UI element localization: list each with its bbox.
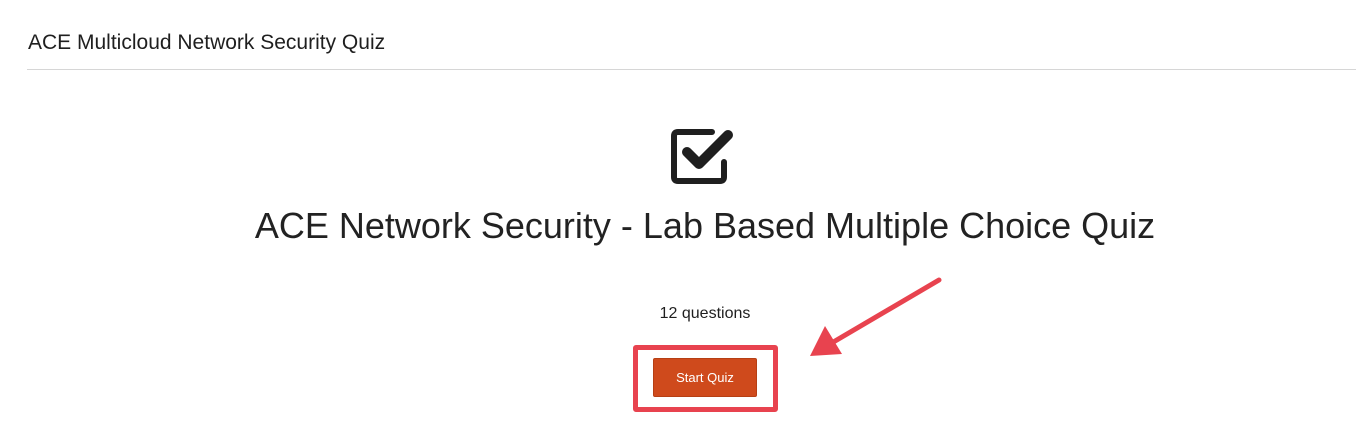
quiz-title: ACE Network Security - Lab Based Multipl… (254, 205, 1156, 246)
arrow-pointer-icon (800, 270, 950, 370)
page-header: ACE Multicloud Network Security Quiz (27, 0, 1356, 70)
question-count: 12 questions (659, 305, 751, 322)
page-title: ACE Multicloud Network Security Quiz (28, 31, 386, 54)
checkbox-checked-icon (668, 124, 740, 184)
start-quiz-button[interactable]: Start Quiz (653, 358, 757, 397)
